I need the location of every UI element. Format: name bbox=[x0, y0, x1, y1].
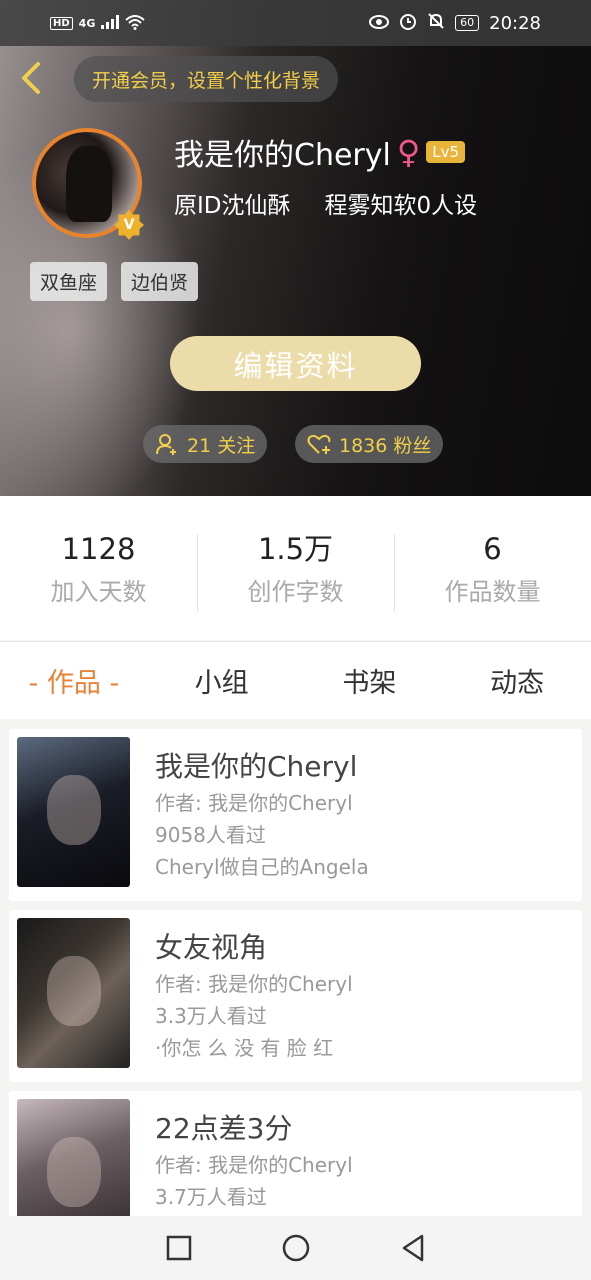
clock: 20:28 bbox=[489, 12, 541, 34]
hd-indicator: HD bbox=[50, 16, 73, 30]
tab-activity[interactable]: 动态 bbox=[443, 661, 591, 700]
stat-word-count: 1.5万 创作字数 bbox=[197, 530, 394, 612]
work-title: 我是你的Cheryl bbox=[155, 750, 358, 783]
add-user-icon bbox=[156, 434, 176, 455]
work-author: 作者: 我是你的Cheryl bbox=[155, 1153, 353, 1177]
work-views: 9058人看过 bbox=[155, 823, 266, 847]
bio-line-2: 程雾知软0人设 bbox=[324, 193, 478, 219]
edit-profile-button[interactable]: 编辑资料 bbox=[170, 336, 421, 391]
stat-value: 1128 bbox=[61, 531, 136, 566]
chevron-left-icon bbox=[22, 62, 40, 94]
work-author: 作者: 我是你的Cheryl bbox=[155, 972, 353, 996]
home-button[interactable] bbox=[280, 1232, 312, 1264]
stat-value: 1.5万 bbox=[257, 531, 334, 566]
triangle-back-icon bbox=[402, 1234, 423, 1262]
stat-label: 创作字数 bbox=[247, 577, 344, 606]
work-title: 22点差3分 bbox=[155, 1112, 293, 1145]
profile-header: HD 4G 60 20:28 开通会员，设置个性化背景 V 我是你的Cheryl… bbox=[0, 0, 591, 496]
work-cover bbox=[17, 918, 130, 1068]
work-card[interactable]: 22点差3分 作者: 我是你的Cheryl 3.7万人看过 bbox=[9, 1091, 582, 1216]
work-description: Cheryl做自己的Angela bbox=[155, 855, 369, 879]
work-author: 作者: 我是你的Cheryl bbox=[155, 791, 353, 815]
work-card[interactable]: 我是你的Cheryl 作者: 我是你的Cheryl 9058人看过 Cheryl… bbox=[9, 729, 582, 901]
stat-join-days: 1128 加入天数 bbox=[0, 530, 197, 607]
alarm-icon bbox=[399, 12, 417, 34]
back-button[interactable] bbox=[14, 58, 50, 98]
work-card[interactable]: 女友视角 作者: 我是你的Cheryl 3.3万人看过 ·你怎 么 没 有 脸 … bbox=[9, 910, 582, 1082]
mute-bell-icon bbox=[427, 12, 445, 34]
heart-plus-icon bbox=[307, 434, 331, 454]
square-icon bbox=[166, 1235, 191, 1261]
work-cover bbox=[17, 737, 130, 887]
vip-background-banner[interactable]: 开通会员，设置个性化背景 bbox=[74, 56, 339, 102]
tag-item[interactable]: 双鱼座 bbox=[30, 262, 108, 301]
fans-count-button[interactable]: 1836 粉丝 bbox=[295, 425, 444, 463]
work-views: 3.7万人看过 bbox=[155, 1185, 267, 1209]
fans-count: 1836 粉丝 bbox=[339, 434, 432, 457]
status-bar: HD 4G 60 20:28 bbox=[0, 0, 591, 46]
verified-badge: V bbox=[114, 210, 144, 240]
avatar[interactable]: V bbox=[32, 128, 144, 240]
stats-bar: 1128 加入天数 1.5万 创作字数 6 作品数量 bbox=[0, 496, 591, 640]
network-type: 4G bbox=[78, 16, 96, 30]
signal-icon bbox=[101, 14, 120, 32]
battery-indicator: 60 bbox=[455, 15, 480, 31]
name-row: 我是你的Cheryl ♀ Lv5 bbox=[174, 130, 466, 174]
work-cover bbox=[17, 1099, 130, 1216]
work-description: ·你怎 么 没 有 脸 红 bbox=[155, 1036, 334, 1060]
recents-button[interactable] bbox=[163, 1232, 195, 1264]
back-nav-button[interactable] bbox=[397, 1232, 429, 1264]
work-views: 3.3万人看过 bbox=[155, 1004, 267, 1028]
follow-count: 21 关注 bbox=[187, 434, 256, 457]
tab-works[interactable]: - 作品 - bbox=[0, 661, 148, 700]
stat-label: 加入天数 bbox=[50, 577, 147, 606]
stat-value: 6 bbox=[483, 531, 502, 566]
profile-tabs: - 作品 - 小组 书架 动态 bbox=[0, 641, 591, 719]
follow-count-button[interactable]: 21 关注 bbox=[143, 425, 268, 463]
work-title: 女友视角 bbox=[155, 931, 268, 964]
stat-works-count: 6 作品数量 bbox=[394, 530, 591, 612]
level-badge: Lv5 bbox=[426, 141, 466, 163]
tag-item[interactable]: 边伯贤 bbox=[121, 262, 199, 301]
bio: 原ID沈仙酥 程雾知软0人设 bbox=[174, 186, 477, 220]
tab-groups[interactable]: 小组 bbox=[148, 661, 296, 700]
eye-icon bbox=[369, 14, 390, 33]
wifi-icon bbox=[125, 14, 146, 33]
female-icon: ♀ bbox=[396, 133, 421, 171]
stat-label: 作品数量 bbox=[444, 577, 541, 606]
circle-icon bbox=[282, 1234, 309, 1262]
nickname: 我是你的Cheryl bbox=[174, 138, 391, 173]
tab-bookshelf[interactable]: 书架 bbox=[296, 661, 444, 700]
system-nav-bar bbox=[0, 1216, 591, 1280]
works-list: 我是你的Cheryl 作者: 我是你的Cheryl 9058人看过 Cheryl… bbox=[0, 719, 591, 1216]
bio-line-1: 原ID沈仙酥 bbox=[174, 193, 291, 219]
tag-list: 双鱼座 边伯贤 bbox=[30, 262, 199, 301]
